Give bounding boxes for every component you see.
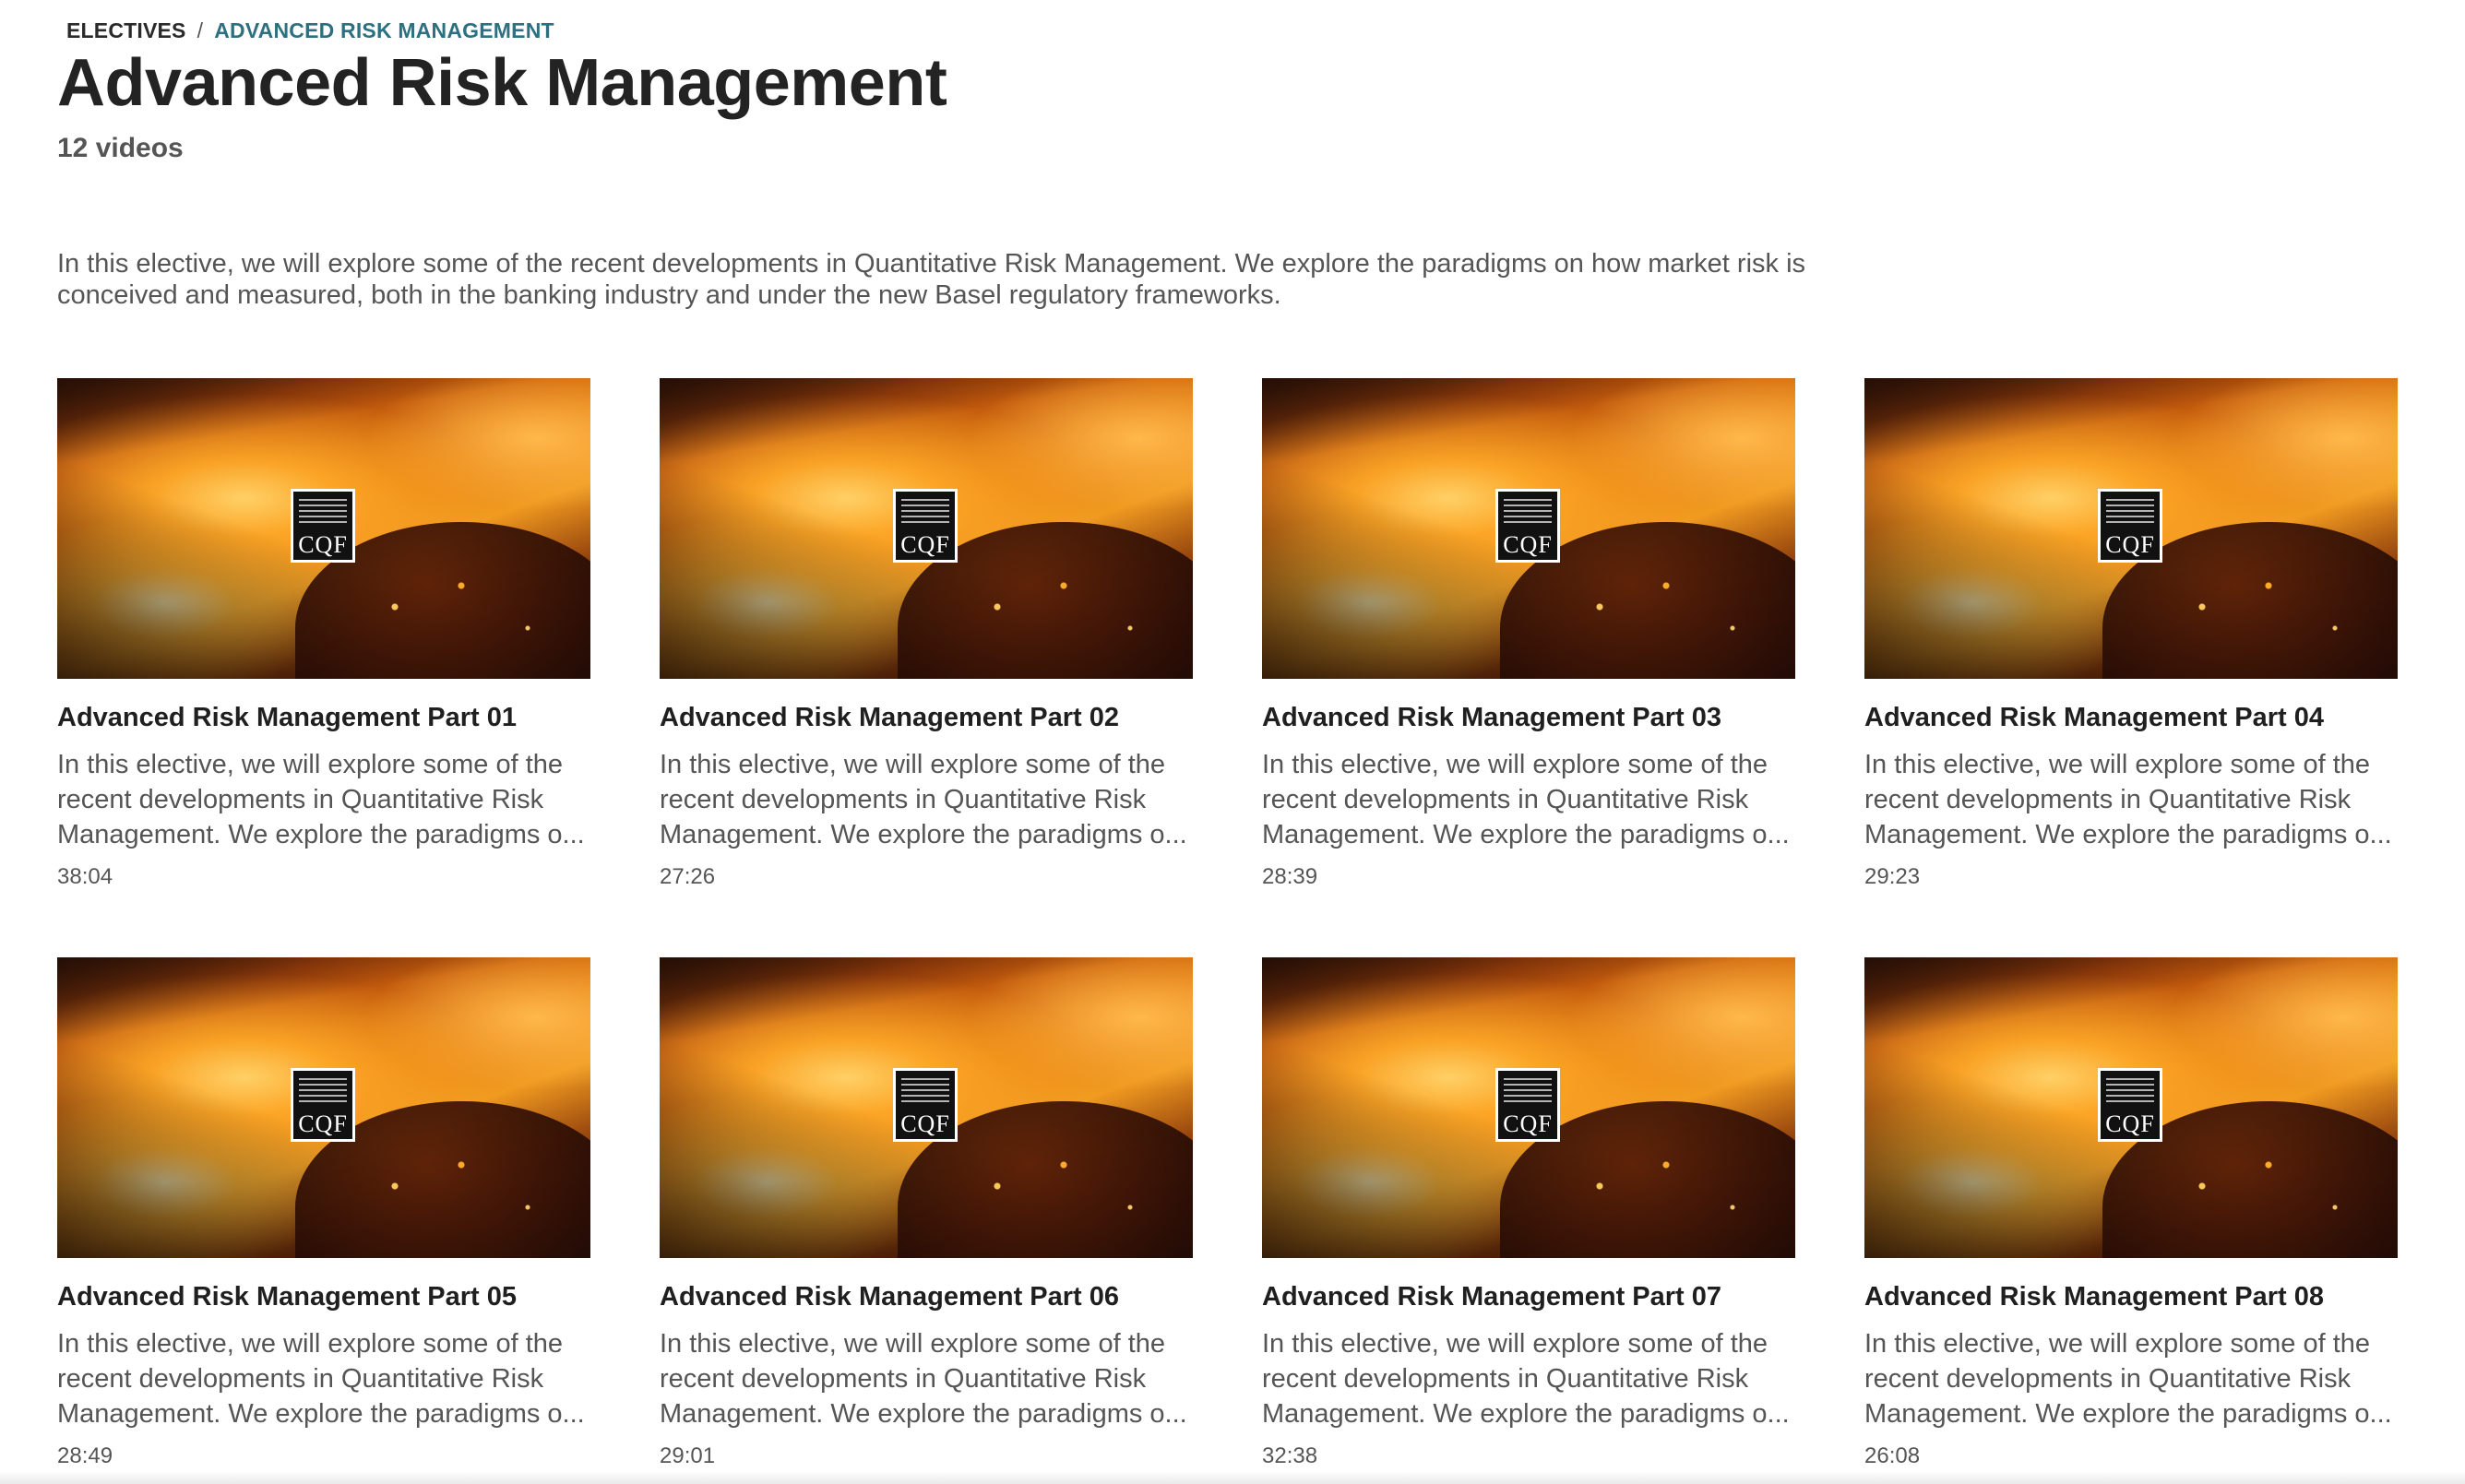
video-duration: 26:08 [1864,1443,1921,1468]
video-thumbnail[interactable]: CQF [1864,378,2398,679]
page: ELECTIVES / ADVANCED RISK MANAGEMENT Adv… [0,0,2465,1484]
cqf-logo: CQF [2098,489,2162,563]
cqf-logo: CQF [2098,1068,2162,1142]
video-description: In this elective, we will explore some o… [57,750,585,849]
video-thumbnail[interactable]: CQF [1262,957,1795,1258]
cqf-logo: CQF [291,489,355,563]
logo-lines [1504,499,1552,523]
video-card[interactable]: CQF Advanced Risk Management Part 07 In … [1262,957,1795,1481]
video-duration: 32:38 [1262,1443,1318,1468]
cqf-logo: CQF [893,1068,958,1142]
video-duration: 38:04 [57,864,113,889]
video-thumbnail[interactable]: CQF [57,957,590,1258]
video-title[interactable]: Advanced Risk Management Part 02 [660,701,1193,734]
logo-text: CQF [298,531,348,558]
video-card[interactable]: CQF Advanced Risk Management Part 02 In … [660,378,1193,902]
bottom-fade [0,1471,2465,1484]
logo-text: CQF [298,1110,348,1137]
video-thumbnail[interactable]: CQF [1262,378,1795,679]
video-title[interactable]: Advanced Risk Management Part 07 [1262,1280,1795,1313]
video-description: In this elective, we will explore some o… [1864,1329,2392,1429]
video-duration: 29:01 [660,1443,716,1468]
video-card[interactable]: CQF Advanced Risk Management Part 03 In … [1262,378,1795,902]
logo-lines [2106,499,2154,523]
cqf-logo: CQF [1495,489,1560,563]
logo-lines [901,499,949,523]
video-duration: 29:23 [1864,864,1921,889]
video-title[interactable]: Advanced Risk Management Part 06 [660,1280,1193,1313]
video-description: In this elective, we will explore some o… [57,1329,585,1429]
video-description: In this elective, we will explore some o… [1262,1329,1790,1429]
video-thumbnail[interactable]: CQF [660,378,1193,679]
logo-lines [1504,1078,1552,1102]
video-card[interactable]: CQF Advanced Risk Management Part 08 In … [1864,957,2398,1481]
video-duration: 28:49 [57,1443,113,1468]
page-title: Advanced Risk Management [57,46,947,120]
logo-text: CQF [2105,1110,2155,1137]
video-thumbnail[interactable]: CQF [1864,957,2398,1258]
video-title[interactable]: Advanced Risk Management Part 05 [57,1280,590,1313]
video-thumbnail[interactable]: CQF [57,378,590,679]
video-title[interactable]: Advanced Risk Management Part 01 [57,701,590,734]
video-count: 12 videos [57,133,184,163]
video-card[interactable]: CQF Advanced Risk Management Part 01 In … [57,378,590,902]
logo-lines [901,1078,949,1102]
breadcrumb: ELECTIVES / ADVANCED RISK MANAGEMENT [66,17,554,44]
cqf-logo: CQF [893,489,958,563]
elective-description: In this elective, we will explore some o… [57,249,1806,310]
video-duration: 28:39 [1262,864,1318,889]
video-description: In this elective, we will explore some o… [1864,750,2392,849]
video-duration: 27:26 [660,864,716,889]
video-description: In this elective, we will explore some o… [1262,750,1790,849]
video-grid: CQF Advanced Risk Management Part 01 In … [57,378,2399,1481]
video-title[interactable]: Advanced Risk Management Part 03 [1262,701,1795,734]
video-card[interactable]: CQF Advanced Risk Management Part 06 In … [660,957,1193,1481]
video-card[interactable]: CQF Advanced Risk Management Part 04 In … [1864,378,2398,902]
video-description: In this elective, we will explore some o… [660,750,1187,849]
logo-text: CQF [900,1110,950,1137]
breadcrumb-separator: / [196,18,204,42]
logo-lines [299,499,347,523]
video-title[interactable]: Advanced Risk Management Part 04 [1864,701,2398,734]
breadcrumb-current[interactable]: ADVANCED RISK MANAGEMENT [214,18,554,43]
video-title[interactable]: Advanced Risk Management Part 08 [1864,1280,2398,1313]
logo-text: CQF [900,531,950,558]
breadcrumb-electives-link[interactable]: ELECTIVES [66,18,186,43]
video-card[interactable]: CQF Advanced Risk Management Part 05 In … [57,957,590,1481]
video-thumbnail[interactable]: CQF [660,957,1193,1258]
cqf-logo: CQF [291,1068,355,1142]
logo-text: CQF [1503,531,1553,558]
cqf-logo: CQF [1495,1068,1560,1142]
video-description: In this elective, we will explore some o… [660,1329,1187,1429]
logo-lines [2106,1078,2154,1102]
logo-text: CQF [2105,531,2155,558]
logo-text: CQF [1503,1110,1553,1137]
logo-lines [299,1078,347,1102]
